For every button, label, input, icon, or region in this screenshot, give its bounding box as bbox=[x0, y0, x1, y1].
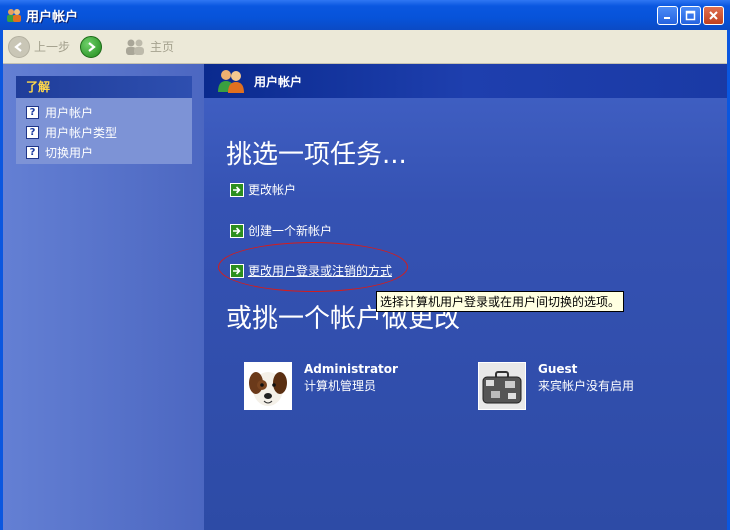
learn-item-label: 用户帐户类型 bbox=[45, 125, 118, 140]
main-header: 用户帐户 bbox=[204, 64, 730, 98]
learn-item-account-types[interactable]: ? 用户帐户类型 bbox=[16, 122, 192, 142]
window-controls bbox=[657, 6, 724, 25]
user-accounts-window: 用户帐户 上一步 主页 了解 ? 用户帐户 ? 用户帐户类型 ? 切换用户 用户… bbox=[0, 0, 730, 530]
pick-task-heading: 挑选一项任务... bbox=[226, 140, 407, 170]
main-content-pane: 用户帐户 挑选一项任务... 更改帐户 创建一个新帐户 更改用户登录或注销的方式… bbox=[204, 64, 730, 530]
back-arrow-icon bbox=[8, 35, 30, 58]
learn-header: 了解 bbox=[16, 76, 192, 98]
minimize-icon bbox=[664, 17, 670, 19]
green-arrow-icon bbox=[230, 263, 244, 278]
learn-item-switch-users[interactable]: ? 切换用户 bbox=[16, 142, 192, 162]
close-button[interactable] bbox=[703, 6, 724, 25]
dog-avatar-icon bbox=[244, 362, 292, 410]
task-label: 更改用户登录或注销的方式 bbox=[248, 264, 393, 278]
close-icon bbox=[709, 11, 718, 20]
back-label: 上一步 bbox=[34, 40, 71, 54]
main-header-title: 用户帐户 bbox=[254, 74, 303, 89]
tooltip: 选择计算机用户登录或在用户间切换的选项。 bbox=[376, 291, 625, 312]
maximize-button[interactable] bbox=[680, 6, 701, 25]
navigation-toolbar: 上一步 主页 bbox=[0, 30, 730, 64]
users-icon bbox=[6, 7, 22, 23]
task-label: 创建一个新帐户 bbox=[248, 224, 333, 238]
green-arrow-icon bbox=[230, 182, 244, 197]
minimize-button[interactable] bbox=[657, 6, 678, 25]
help-icon: ? bbox=[26, 105, 39, 119]
help-icon: ? bbox=[26, 125, 39, 139]
forward-button[interactable] bbox=[80, 35, 106, 58]
account-administrator[interactable]: Administrator 计算机管理员 bbox=[244, 362, 398, 410]
window-title: 用户帐户 bbox=[26, 9, 79, 25]
learn-list: ? 用户帐户 ? 用户帐户类型 ? 切换用户 bbox=[16, 98, 192, 164]
task-create-account[interactable]: 创建一个新帐户 bbox=[230, 222, 332, 239]
learn-item-label: 切换用户 bbox=[45, 145, 94, 160]
task-label: 更改帐户 bbox=[248, 183, 297, 197]
learn-item-label: 用户帐户 bbox=[45, 105, 94, 120]
task-change-account[interactable]: 更改帐户 bbox=[230, 181, 296, 198]
learn-item-user-accounts[interactable]: ? 用户帐户 bbox=[16, 102, 192, 122]
account-name: Guest bbox=[538, 362, 578, 376]
home-users-icon bbox=[124, 38, 146, 56]
user-accounts-icon bbox=[216, 67, 246, 96]
back-button[interactable]: 上一步 bbox=[8, 35, 71, 58]
home-button[interactable]: 主页 bbox=[124, 38, 174, 56]
maximize-icon bbox=[685, 10, 696, 21]
window-border-left bbox=[0, 30, 3, 530]
suitcase-avatar-icon bbox=[478, 362, 526, 410]
left-task-pane: 了解 ? 用户帐户 ? 用户帐户类型 ? 切换用户 bbox=[0, 64, 204, 530]
green-arrow-icon bbox=[230, 223, 244, 238]
account-status: 来宾帐户没有启用 bbox=[538, 379, 635, 393]
home-label: 主页 bbox=[150, 40, 175, 54]
account-type: 计算机管理员 bbox=[304, 379, 377, 393]
title-bar[interactable]: 用户帐户 bbox=[0, 0, 730, 30]
forward-arrow-icon bbox=[80, 35, 103, 58]
task-change-logon-method[interactable]: 更改用户登录或注销的方式 bbox=[230, 262, 392, 279]
help-icon: ? bbox=[26, 145, 39, 159]
account-guest[interactable]: Guest 来宾帐户没有启用 bbox=[478, 362, 634, 410]
account-name: Administrator bbox=[304, 362, 398, 376]
